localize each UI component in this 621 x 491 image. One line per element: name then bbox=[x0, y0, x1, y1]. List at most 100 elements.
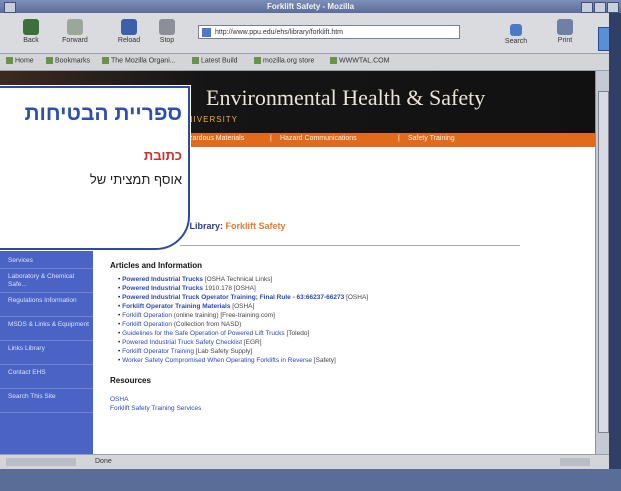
page-icon bbox=[202, 28, 211, 37]
sidebar-item-links[interactable]: Links Library bbox=[0, 345, 93, 365]
article-link[interactable]: Forklift Operation bbox=[122, 312, 172, 319]
topnav-divider: | bbox=[398, 135, 400, 142]
article-note: [OSHA] bbox=[346, 294, 369, 301]
list-item: • Forklift Operation (Collection from NA… bbox=[118, 321, 242, 328]
bookmark-icon bbox=[46, 57, 53, 64]
reload-icon bbox=[121, 19, 137, 35]
callout-description: אוסף תמציתי של bbox=[89, 172, 182, 187]
article-link[interactable]: Forklift Operator Training Materials bbox=[122, 303, 230, 310]
article-note: [OSHA] bbox=[232, 303, 255, 310]
minimize-icon[interactable] bbox=[581, 2, 593, 13]
article-link[interactable]: Powered Industrial Trucks bbox=[122, 276, 203, 283]
callout-title: ספריית הבטיחות bbox=[24, 102, 182, 125]
print-button[interactable]: Print bbox=[548, 16, 582, 50]
article-link[interactable]: Forklift Operator Training bbox=[122, 348, 194, 355]
bookmark-home[interactable]: Home bbox=[6, 57, 34, 64]
search-icon bbox=[510, 24, 522, 36]
url-text: http://www.ppu.edu/ehs/library/forklift.… bbox=[215, 29, 343, 36]
resources-section-title: Resources bbox=[110, 376, 151, 385]
heading-accent: Forklift Safety bbox=[225, 221, 286, 231]
window-titlebar: Forklift Safety - Mozilla bbox=[0, 0, 621, 14]
bookmark-label: WWWTAL.COM bbox=[339, 57, 390, 65]
sidebar-item-regulations[interactable]: Regulations Information bbox=[0, 297, 93, 317]
sidebar-item-contact[interactable]: Contact EHS bbox=[0, 369, 93, 389]
list-item: • Forklift Operator Training Materials [… bbox=[118, 303, 255, 310]
stop-button[interactable]: Stop bbox=[150, 16, 184, 50]
article-link[interactable]: Powered Industrial Trucks bbox=[122, 285, 203, 292]
vertical-scrollbar[interactable] bbox=[595, 71, 610, 454]
forward-arrow-icon bbox=[67, 19, 83, 35]
home-icon bbox=[6, 57, 13, 64]
maximize-icon[interactable] bbox=[594, 2, 606, 13]
sidebar-item-services[interactable]: Services bbox=[0, 257, 93, 269]
window-edge bbox=[609, 13, 621, 491]
article-link[interactable]: Powered Industrial Truck Safety Checklis… bbox=[122, 339, 242, 346]
navigation-toolbar: Back Forward Reload Stop http://www.ppu.… bbox=[0, 13, 621, 54]
site-topnav: Hazardous Materials | Hazard Communicati… bbox=[160, 133, 595, 147]
stop-label: Stop bbox=[159, 37, 175, 44]
security-lock-icon bbox=[560, 458, 590, 466]
search-button[interactable]: Search bbox=[494, 16, 538, 50]
resource-link-osha[interactable]: OSHA bbox=[110, 396, 128, 403]
link-icon bbox=[102, 57, 109, 64]
sidebar-item-search[interactable]: Search This Site bbox=[0, 393, 93, 413]
bookmark-wwwtal[interactable]: WWWTAL.COM bbox=[330, 57, 389, 64]
stop-icon bbox=[159, 19, 175, 35]
list-item: • Guidelines for the Safe Operation of P… bbox=[118, 330, 310, 337]
bookmark-latest-build[interactable]: Latest Build bbox=[192, 57, 238, 64]
status-component-icons[interactable] bbox=[6, 458, 76, 466]
list-item: • Powered Industrial Truck Safety Checkl… bbox=[118, 339, 262, 346]
article-note: 1910.178 [OSHA] bbox=[204, 285, 256, 292]
topnav-hazard-communications[interactable]: Hazard Communications bbox=[280, 135, 357, 142]
status-bar: Done bbox=[0, 454, 609, 470]
print-label: Print bbox=[557, 37, 573, 44]
article-note: (Collection from NASD) bbox=[173, 321, 242, 328]
scroll-thumb[interactable] bbox=[598, 91, 609, 433]
search-label: Search bbox=[504, 38, 528, 45]
list-item: • Powered Industrial Truck Operator Trai… bbox=[118, 294, 369, 301]
reload-button[interactable]: Reload bbox=[112, 16, 146, 50]
bookmark-label: Bookmarks bbox=[55, 57, 91, 65]
bookmark-mozilla-org[interactable]: The Mozilla Organi... bbox=[102, 57, 176, 64]
topnav-divider: | bbox=[270, 135, 272, 142]
back-arrow-icon bbox=[23, 19, 39, 35]
topnav-safety-training[interactable]: Safety Training bbox=[408, 135, 455, 142]
bookmark-label: Home bbox=[15, 57, 34, 65]
link-icon bbox=[254, 57, 261, 64]
sidebar-item-msds[interactable]: MSDS & Links & Equipment bbox=[0, 321, 93, 341]
bookmarks-toolbar: Home Bookmarks The Mozilla Organi... Lat… bbox=[0, 54, 621, 71]
article-note: [EGR] bbox=[243, 339, 262, 346]
window-menu-icon[interactable] bbox=[4, 2, 16, 13]
article-link[interactable]: Powered Industrial Truck Operator Traini… bbox=[122, 294, 344, 301]
callout-box: ספריית הבטיחות כתובת אוסף תמציתי של bbox=[0, 86, 190, 250]
forward-label: Forward bbox=[62, 37, 88, 44]
sidebar-item-lab-safety[interactable]: Laboratory & Chemical Safe... bbox=[0, 273, 93, 293]
articles-section-title: Articles and Information bbox=[110, 261, 203, 270]
url-input[interactable]: http://www.ppu.edu/ehs/library/forklift.… bbox=[198, 25, 460, 39]
window-title: Forklift Safety - Mozilla bbox=[266, 2, 355, 11]
list-item: • Powered Industrial Trucks [OSHA Techni… bbox=[118, 276, 273, 283]
back-button[interactable]: Back bbox=[14, 16, 48, 50]
link-icon bbox=[192, 57, 199, 64]
link-icon bbox=[330, 57, 337, 64]
divider bbox=[180, 245, 520, 246]
bookmark-bookmarks[interactable]: Bookmarks bbox=[46, 57, 90, 64]
bookmark-label: Latest Build bbox=[201, 57, 238, 65]
site-title: Environmental Health & Safety bbox=[206, 85, 486, 110]
article-note: [Lab Safety Supply] bbox=[195, 348, 253, 355]
bookmark-label: The Mozilla Organi... bbox=[111, 57, 176, 65]
print-icon bbox=[557, 19, 573, 35]
list-item: • Powered Industrial Trucks 1910.178 [OS… bbox=[118, 285, 256, 292]
callout-subtitle: כתובת bbox=[143, 148, 182, 163]
article-link[interactable]: Worker Safety Compromised When Operating… bbox=[122, 357, 312, 364]
article-note: [Toledo] bbox=[286, 330, 310, 337]
resource-link-training[interactable]: Forklift Safety Training Services bbox=[110, 405, 201, 412]
article-link[interactable]: Guidelines for the Safe Operation of Pow… bbox=[122, 330, 285, 337]
bookmark-mozilla-store[interactable]: mozilla.org store bbox=[254, 57, 314, 64]
list-item: • Worker Safety Compromised When Operati… bbox=[118, 357, 336, 364]
close-icon[interactable] bbox=[607, 2, 619, 13]
article-note: [Safety] bbox=[313, 357, 336, 364]
forward-button[interactable]: Forward bbox=[58, 16, 92, 50]
reload-label: Reload bbox=[117, 37, 141, 44]
article-link[interactable]: Forklift Operation bbox=[122, 321, 172, 328]
